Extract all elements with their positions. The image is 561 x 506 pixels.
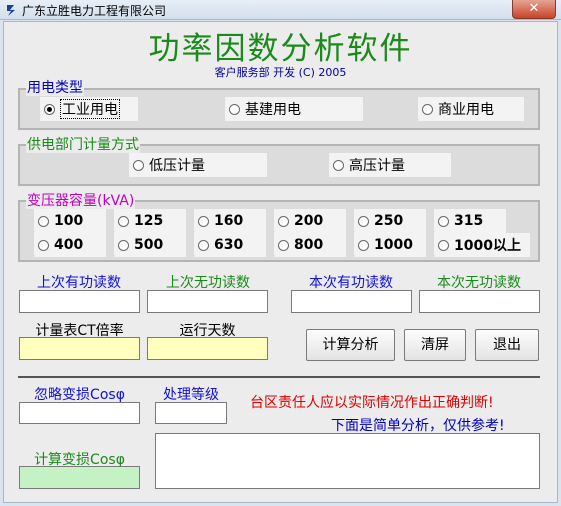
current-reactive-label: 本次无功读数 (437, 275, 521, 291)
radio-low-voltage[interactable]: 低压计量 (129, 153, 267, 177)
clear-button[interactable]: 清屏 (404, 329, 466, 361)
app-logo-icon (7, 5, 15, 16)
radio-cap-315[interactable]: 315 (434, 209, 506, 233)
radio-dot-icon (118, 215, 129, 227)
close-button[interactable]: ✕ (512, 0, 556, 19)
last-active-input[interactable] (19, 290, 140, 313)
metering-legend: 供电部门计量方式 (26, 137, 140, 153)
radio-label: 低压计量 (149, 158, 205, 174)
last-active-label: 上次有功读数 (37, 275, 121, 291)
radio-cap-1000[interactable]: 1000 (354, 233, 426, 257)
run-days-input[interactable] (147, 337, 268, 360)
radio-label: 100 (54, 213, 84, 229)
radio-dot-icon (44, 103, 55, 115)
radio-dot-icon (278, 239, 289, 251)
ct-ratio-input[interactable] (19, 337, 140, 360)
radio-dot-icon (38, 239, 49, 251)
radio-industrial[interactable]: 工业用电 (40, 97, 138, 121)
radio-label: 250 (374, 213, 404, 229)
exit-button[interactable]: 退出 (475, 329, 539, 361)
app-subtitle: 客户服务部 开发 (C) 2005 (214, 66, 347, 79)
analysis-textarea[interactable] (155, 433, 540, 489)
last-reactive-input[interactable] (147, 290, 268, 313)
ignore-cos-input[interactable] (19, 402, 140, 424)
radio-dot-icon (278, 215, 289, 227)
radio-cap-160[interactable]: 160 (194, 209, 266, 233)
app-title: 功率因数分析软件 (148, 31, 413, 67)
radio-cap-800[interactable]: 800 (274, 233, 346, 257)
usage-type-legend: 用电类型 (26, 80, 84, 96)
radio-cap-250[interactable]: 250 (354, 209, 426, 233)
radio-commercial[interactable]: 商业用电 (418, 97, 524, 121)
radio-dot-icon (422, 103, 433, 115)
radio-dot-icon (438, 215, 449, 227)
ignore-cos-label: 忽略变损Cosφ (34, 387, 125, 403)
radio-label: 800 (294, 237, 324, 253)
radio-dot-icon (358, 239, 369, 251)
radio-label: 1000以上 (454, 238, 521, 254)
radio-cap-500[interactable]: 500 (114, 233, 186, 257)
radio-cap-630[interactable]: 630 (194, 233, 266, 257)
radio-dot-icon (38, 215, 49, 227)
hint-text: 下面是简单分析，仅供参考! (331, 418, 505, 434)
title-bar: 广东立胜电力工程有限公司 ✕ (0, 0, 561, 20)
calc-button[interactable]: 计算分析 (306, 329, 395, 361)
current-reactive-input[interactable] (419, 290, 540, 313)
radio-label: 1000 (374, 237, 413, 253)
radio-cap-200[interactable]: 200 (274, 209, 346, 233)
radio-dot-icon (198, 239, 209, 251)
window-title: 广东立胜电力工程有限公司 (22, 4, 167, 18)
separator (18, 376, 540, 378)
radio-label: 125 (134, 213, 164, 229)
radio-dot-icon (133, 159, 144, 171)
radio-construction[interactable]: 基建用电 (225, 97, 363, 121)
radio-label: 500 (134, 237, 164, 253)
radio-cap-over-1000[interactable]: 1000以上 (434, 233, 530, 257)
radio-dot-icon (438, 239, 449, 251)
current-active-input[interactable] (291, 290, 412, 313)
current-active-label: 本次有功读数 (309, 275, 393, 291)
radio-dot-icon (198, 215, 209, 227)
radio-dot-icon (118, 239, 129, 251)
radio-dot-icon (229, 103, 240, 115)
radio-cap-100[interactable]: 100 (34, 209, 106, 233)
radio-label: 200 (294, 213, 324, 229)
radio-dot-icon (333, 159, 344, 171)
level-label: 处理等级 (163, 387, 219, 403)
radio-label: 400 (54, 237, 84, 253)
radio-label: 基建用电 (245, 102, 301, 118)
radio-cap-125[interactable]: 125 (114, 209, 186, 233)
radio-label: 商业用电 (438, 102, 494, 118)
radio-high-voltage[interactable]: 高压计量 (329, 153, 451, 177)
calc-cos-output (19, 466, 140, 489)
last-reactive-label: 上次无功读数 (166, 275, 250, 291)
warning-text: 台区责任人应以实际情况作出正确判断! (250, 395, 494, 411)
radio-cap-400[interactable]: 400 (34, 233, 106, 257)
capacity-legend: 变压器容量(kVA) (26, 193, 136, 209)
radio-label: 高压计量 (349, 158, 405, 174)
radio-label: 630 (214, 237, 244, 253)
level-input[interactable] (155, 402, 227, 424)
radio-label: 315 (454, 213, 484, 229)
radio-dot-icon (358, 215, 369, 227)
radio-label: 160 (214, 213, 244, 229)
radio-label: 工业用电 (60, 99, 120, 119)
